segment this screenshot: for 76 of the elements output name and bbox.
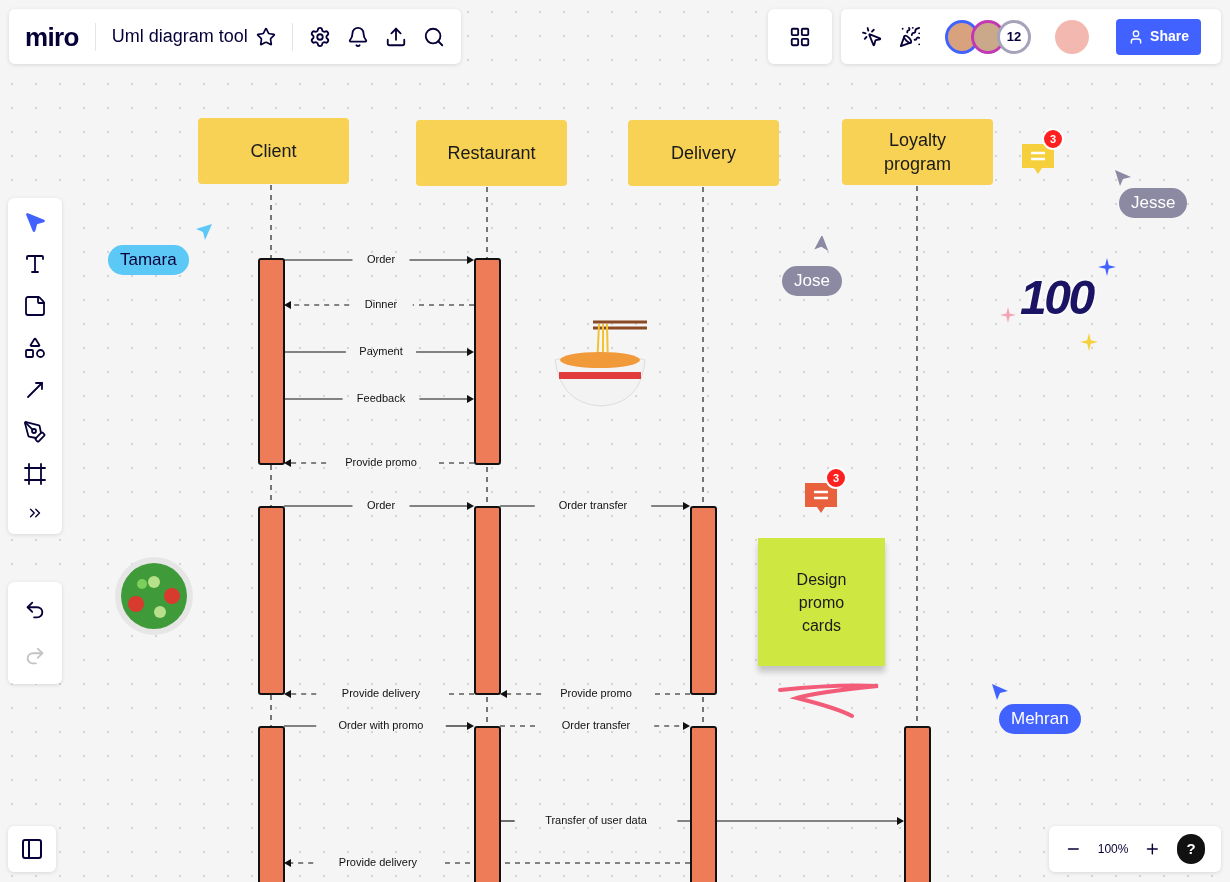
- message-label: Order transfer: [561, 718, 631, 733]
- text-tool-icon[interactable]: [23, 252, 47, 276]
- sticker-text: 100: [1020, 270, 1093, 326]
- message-line: [283, 398, 344, 400]
- message-line: [283, 725, 317, 727]
- undo-icon[interactable]: [24, 599, 46, 621]
- message-arrow: [408, 256, 474, 264]
- message-arrow: [284, 301, 350, 309]
- message-label: Order with promo: [338, 718, 424, 733]
- cursor-name-tag: Jesse: [1119, 188, 1188, 218]
- message-label: Provide delivery: [341, 686, 421, 701]
- message-label: Transfer of user data: [545, 813, 647, 828]
- message-label: Order: [366, 252, 396, 267]
- pen-tool-icon[interactable]: [23, 420, 47, 444]
- message-label: Provide promo: [560, 686, 632, 701]
- lifeline-header: Restaurant: [416, 120, 567, 186]
- cursor-name-tag: Tamara: [108, 245, 189, 275]
- sticky-tool-icon[interactable]: [23, 294, 47, 318]
- message-line: [499, 505, 536, 507]
- message-line: [412, 304, 475, 306]
- frame-tool-icon[interactable]: [23, 462, 47, 486]
- sidebar-icon: [20, 837, 44, 861]
- message-label: Feedback: [356, 391, 406, 406]
- zoom-level[interactable]: 100%: [1097, 840, 1129, 858]
- cursor-name-tag: Mehran: [999, 704, 1081, 734]
- message-arrow: [445, 722, 474, 730]
- comment-icon[interactable]: [1020, 142, 1056, 176]
- message-line: [283, 505, 354, 507]
- message-line: [499, 820, 516, 822]
- shapes-tool-icon[interactable]: [23, 336, 47, 360]
- message-arrow: [500, 690, 542, 698]
- select-tool-icon[interactable]: [23, 210, 47, 234]
- message-arrow: [408, 502, 474, 510]
- message-line: [283, 351, 347, 353]
- cursor-icon: [194, 222, 214, 242]
- message-arrow: [284, 459, 327, 467]
- message-arrow: [415, 348, 474, 356]
- star-icon[interactable]: [255, 26, 276, 47]
- message-arrow: [284, 859, 314, 867]
- message-arrow: [284, 690, 317, 698]
- message-label: Order: [366, 498, 396, 513]
- cursor-name-tag: Jose: [782, 266, 842, 296]
- message-arrow: [653, 722, 690, 730]
- logo[interactable]: miro: [25, 22, 96, 51]
- apps-icon[interactable]: [789, 25, 811, 48]
- message-label: Provide promo: [345, 455, 417, 470]
- lifeline-header: Delivery: [628, 120, 779, 186]
- message-line: [283, 259, 354, 261]
- comment-count-badge: 3: [1042, 128, 1064, 150]
- bell-icon[interactable]: [346, 25, 369, 48]
- sparkle-icon: [1000, 307, 1016, 323]
- message-arrow: [418, 395, 474, 403]
- board-title[interactable]: Uml diagram tool: [111, 23, 248, 50]
- message-label: Provide delivery: [338, 855, 418, 870]
- search-icon[interactable]: [422, 25, 445, 48]
- panel-toggle[interactable]: [8, 826, 56, 872]
- comment-count-badge: 3: [825, 467, 847, 489]
- sparkle-icon: [1080, 333, 1098, 351]
- sparkle-icon: [1098, 258, 1116, 276]
- settings-icon[interactable]: [308, 25, 331, 48]
- share-button[interactable]: Share: [1116, 18, 1201, 55]
- collaborator-count[interactable]: 12: [997, 19, 1031, 54]
- help-button[interactable]: ?: [1177, 834, 1205, 864]
- sticky-note: Design promo cards: [758, 538, 885, 666]
- message-label: Order transfer: [558, 498, 628, 513]
- lifeline-header: Loyalty program: [842, 119, 993, 185]
- cursor-icon: [990, 682, 1010, 702]
- message-arrow: [650, 502, 690, 510]
- message-label: Dinner: [364, 297, 398, 312]
- party-popper-icon[interactable]: [899, 25, 921, 48]
- lifeline-header: Client: [198, 118, 349, 184]
- upload-icon[interactable]: [384, 25, 407, 48]
- cursor-icon: [1113, 168, 1133, 188]
- message-label: Payment: [359, 344, 403, 359]
- comment-icon[interactable]: [803, 481, 839, 515]
- cursor-icon[interactable]: [861, 25, 883, 48]
